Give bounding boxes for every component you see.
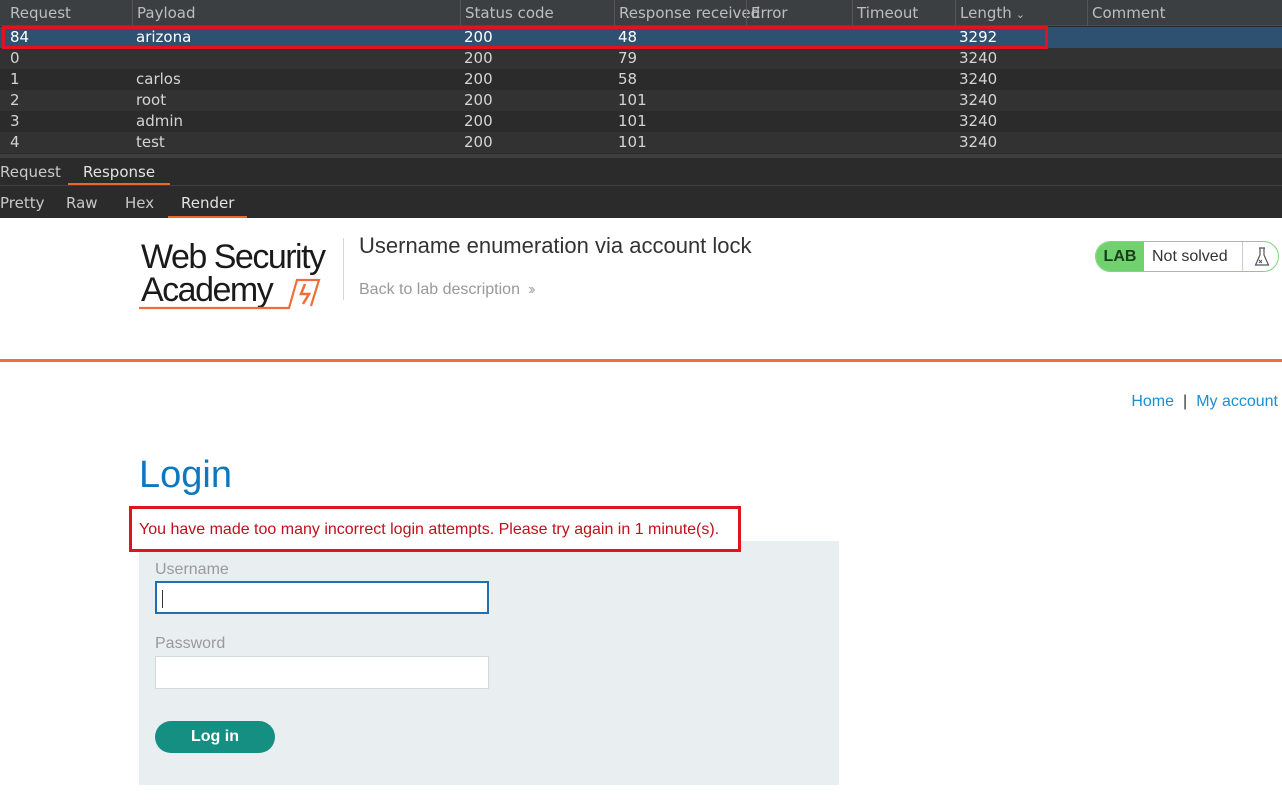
nav-home-link[interactable]: Home	[1131, 393, 1174, 410]
table-row[interactable]: 3 admin 200 101 3240	[0, 111, 1282, 132]
cell-status: 200	[464, 112, 493, 130]
password-input[interactable]	[155, 656, 489, 689]
cell-response-received: 79	[618, 49, 638, 67]
cell-request: 1	[10, 70, 20, 88]
back-link-label: Back to lab description	[359, 281, 520, 298]
table-row[interactable]: 0 200 79 3240	[0, 48, 1282, 69]
column-header-request[interactable]: Request	[6, 0, 133, 26]
cell-response-received: 48	[618, 28, 638, 46]
cell-status: 200	[464, 91, 493, 109]
column-header-timeout[interactable]: Timeout	[852, 0, 956, 26]
column-header-response-received[interactable]: Response received	[614, 0, 760, 26]
top-nav: Home | My account	[1131, 393, 1278, 411]
table-row[interactable]: 2 root 200 101 3240	[0, 90, 1282, 111]
cell-payload: root	[136, 91, 167, 109]
tab-request[interactable]: Request	[0, 158, 61, 185]
logo-line2: Academy	[141, 271, 274, 309]
header-divider	[0, 359, 1282, 362]
tab-pretty[interactable]: Pretty	[0, 187, 45, 218]
cell-status: 200	[464, 49, 493, 67]
table-row[interactable]: 84 arizona 200 48 3292	[0, 27, 1282, 48]
text-cursor	[162, 590, 163, 608]
cell-length: 3240	[959, 133, 998, 151]
cell-request: 4	[10, 133, 20, 151]
lab-status-text: Not solved	[1152, 248, 1228, 265]
cell-length: 3240	[959, 112, 998, 130]
cell-status: 200	[464, 28, 493, 46]
column-header-length[interactable]: Length ⌄	[955, 0, 1088, 26]
username-label: Username	[155, 561, 229, 578]
column-header-status-code[interactable]: Status code	[460, 0, 615, 26]
username-input[interactable]	[155, 581, 489, 614]
column-header-error[interactable]: Error	[746, 0, 853, 26]
cell-payload: test	[136, 133, 165, 151]
password-label: Password	[155, 635, 226, 652]
tab-render[interactable]: Render	[168, 187, 248, 218]
tab-hex[interactable]: Hex	[125, 187, 154, 218]
table-row[interactable]: 1 carlos 200 58 3240	[0, 69, 1282, 90]
rendered-response: Web Security Academy Username enumeratio…	[0, 218, 1282, 806]
cell-length: 3240	[959, 70, 998, 88]
lab-title: Username enumeration via account lock	[359, 233, 752, 258]
tab-response[interactable]: Response	[68, 158, 171, 185]
cell-response-received: 101	[618, 133, 647, 151]
error-message: You have made too many incorrect login a…	[139, 521, 720, 538]
cell-length: 3240	[959, 91, 998, 109]
cell-length: 3240	[959, 49, 998, 67]
table-header: Request Payload Status code Response rec…	[0, 0, 1282, 26]
view-tabs: Pretty Raw Hex Render	[0, 187, 1282, 218]
column-header-payload[interactable]: Payload	[132, 0, 461, 26]
cell-request: 0	[10, 49, 20, 67]
tab-raw[interactable]: Raw	[66, 187, 98, 218]
cell-payload: admin	[136, 112, 183, 130]
cell-payload: carlos	[136, 70, 181, 88]
cell-response-received: 58	[618, 70, 638, 88]
flask-icon	[1242, 242, 1278, 271]
double-chevron-right-icon: ››	[527, 281, 535, 298]
table-row[interactable]: 4 test 200 101 3240	[0, 132, 1282, 153]
cell-response-received: 101	[618, 91, 647, 109]
results-table: Request Payload Status code Response rec…	[0, 0, 1282, 158]
cell-response-received: 101	[618, 112, 647, 130]
cell-status: 200	[464, 133, 493, 151]
error-message-box: You have made too many incorrect login a…	[129, 506, 741, 552]
cell-request: 3	[10, 112, 20, 130]
nav-separator: |	[1183, 393, 1188, 410]
cell-request: 2	[10, 91, 20, 109]
back-to-lab-description-link[interactable]: Back to lab description ››	[359, 281, 535, 299]
nav-my-account-link[interactable]: My account	[1196, 393, 1278, 410]
lab-status-badge: LAB Not solved	[1095, 241, 1279, 272]
cell-length: 3292	[959, 28, 998, 46]
cell-payload: arizona	[136, 28, 192, 46]
log-in-button[interactable]: Log in	[155, 721, 275, 753]
cell-request: 84	[10, 28, 30, 46]
column-header-comment[interactable]: Comment	[1087, 0, 1282, 26]
sort-descending-icon: ⌄	[1015, 8, 1025, 21]
lab-label: LAB	[1096, 242, 1144, 271]
lightning-bolt-icon	[299, 283, 312, 305]
logo-divider	[343, 238, 344, 300]
cell-status: 200	[464, 70, 493, 88]
web-security-academy-logo[interactable]: Web Security Academy	[139, 238, 339, 310]
page-title: Login	[139, 454, 232, 496]
message-tabs: Request Response	[0, 158, 1282, 186]
